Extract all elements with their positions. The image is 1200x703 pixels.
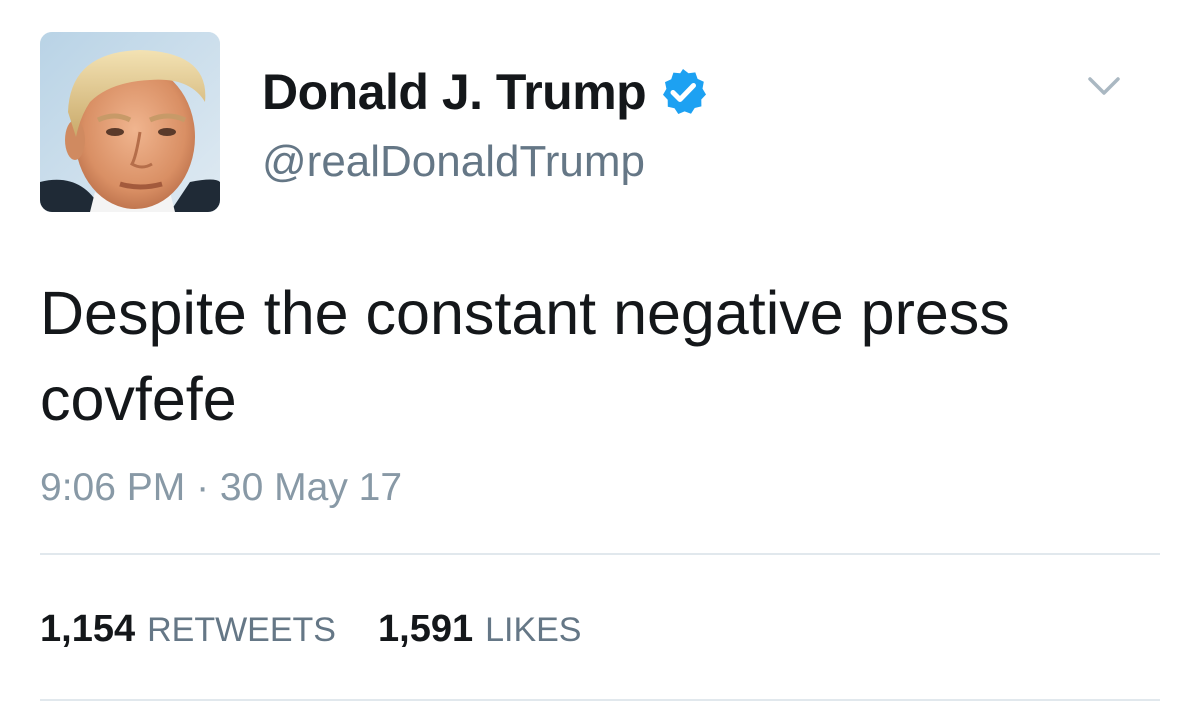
likes-count[interactable]: 1,591 [378,610,473,648]
divider [40,699,1160,701]
profile-photo [40,32,220,212]
tweet-date[interactable]: 30 May 17 [220,466,402,509]
divider [40,553,1160,555]
tweet-text: Despite the constant negative press covf… [40,279,1010,433]
tweet-timestamp[interactable]: 9:06 PM · 30 May 17 [40,468,402,507]
display-name[interactable]: Donald J. Trump [262,67,647,117]
author-name-row[interactable]: Donald J. Trump [262,60,708,124]
retweets-label[interactable]: RETWEETS [147,613,336,647]
timestamp-separator: · [185,466,220,509]
tweet-stats: 1,154 RETWEETS 1,591 LIKES [40,610,623,648]
avatar[interactable] [40,32,220,212]
tweet-time[interactable]: 9:06 PM [40,466,185,509]
retweets-stat[interactable]: 1,154 RETWEETS [40,610,336,648]
chevron-down-icon[interactable] [1084,66,1124,106]
tweet-card: Donald J. Trump @realDonaldTrump Despite… [0,0,1200,703]
retweets-count[interactable]: 1,154 [40,610,135,648]
verified-badge-icon [658,67,708,117]
likes-label[interactable]: LIKES [485,613,581,647]
likes-stat[interactable]: 1,591 LIKES [378,610,581,648]
user-handle[interactable]: @realDonaldTrump [262,140,645,184]
